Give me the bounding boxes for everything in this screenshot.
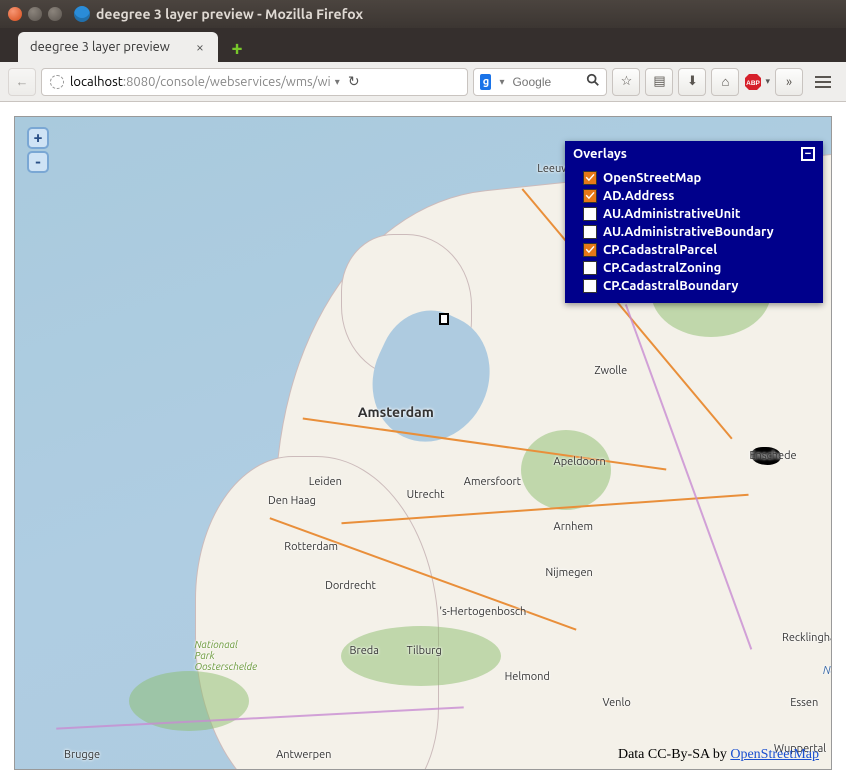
search-bar[interactable]: g ▾: [473, 68, 607, 96]
search-submit-icon[interactable]: [586, 73, 600, 90]
map-city-label: 's-Hertogenbosch: [439, 606, 526, 618]
layer-switcher-header: Overlays −: [565, 141, 823, 167]
layer-switcher-title: Overlays: [573, 147, 801, 161]
reader-button[interactable]: ▤: [645, 68, 673, 96]
map-city-label: Brugge: [64, 749, 100, 761]
abp-icon: ABP: [744, 73, 762, 91]
window-title: deegree 3 layer preview - Mozilla Firefo…: [96, 6, 363, 22]
map-city-label: Helmond: [505, 671, 550, 683]
map-city-label: Essen: [790, 697, 818, 709]
browser-tab[interactable]: deegree 3 layer preview ×: [18, 32, 218, 62]
url-bar[interactable]: localhost:8080/console/webservices/wms/w…: [41, 68, 468, 96]
layer-checkbox[interactable]: [583, 279, 597, 293]
search-engine-icon[interactable]: g: [480, 74, 491, 90]
url-path: :8080/console/webservices/wms/wi: [123, 75, 331, 89]
map-city-label: Dordrecht: [325, 580, 376, 592]
more-icon: »: [786, 75, 792, 89]
layer-list: ✓ OpenStreetMap ✓ AD.Address AU.Administrati…: [565, 167, 823, 303]
menu-button[interactable]: [808, 68, 838, 96]
map-city-label: Leiden: [309, 476, 342, 488]
map-city-label: Den Haag: [268, 495, 316, 507]
new-tab-button[interactable]: +: [226, 36, 248, 58]
adblock-dropdown-icon[interactable]: ▾: [765, 76, 770, 87]
map-city-label: Venlo: [603, 697, 631, 709]
tab-label: deegree 3 layer preview: [30, 40, 170, 54]
reader-icon: ▤: [653, 74, 665, 89]
star-icon: ☆: [621, 74, 633, 89]
overflow-button[interactable]: »: [775, 68, 803, 96]
window-minimize-button[interactable]: [28, 7, 42, 21]
layer-label: AU.AdministrativeBoundary: [603, 225, 774, 239]
map-city-label: Recklinghausen: [782, 632, 832, 644]
layer-row: ✓ CP.CadastralParcel: [583, 241, 815, 259]
layer-row: CP.CadastralZoning: [583, 259, 815, 277]
zoom-control: + -: [27, 127, 49, 173]
map-city-label: Arnhem: [554, 521, 593, 533]
back-button[interactable]: ←: [8, 68, 36, 96]
page-content: LeeuwardenAmsterdamDen HaagLeidenUtrecht…: [0, 102, 846, 784]
map-city-label: Amsterdam: [358, 404, 434, 420]
map-city-label: Rotterdam: [284, 541, 338, 553]
layer-label: CP.CadastralZoning: [603, 261, 721, 275]
back-icon: ←: [16, 74, 29, 89]
window-maximize-button[interactable]: [48, 7, 62, 21]
download-icon: ⬇: [687, 74, 698, 89]
map-attribution: Data CC-By-SA by OpenStreetMap: [618, 747, 819, 763]
site-identity-icon[interactable]: [50, 75, 64, 89]
layer-checkbox[interactable]: ✓: [583, 171, 597, 185]
layer-checkbox[interactable]: [583, 261, 597, 275]
search-input[interactable]: [512, 75, 582, 89]
downloads-button[interactable]: ⬇: [678, 68, 706, 96]
window-controls: [8, 7, 62, 21]
bookmark-button[interactable]: ☆: [612, 68, 640, 96]
layer-row: AU.AdministrativeUnit: [583, 205, 815, 223]
layer-label: CP.CadastralParcel: [603, 243, 717, 257]
zoom-out-button[interactable]: -: [27, 151, 49, 173]
map-city-label: Breda: [350, 645, 379, 657]
window-close-button[interactable]: [8, 7, 22, 21]
map-city-label: No: [823, 665, 832, 677]
search-engine-dropdown-icon[interactable]: ▾: [499, 76, 504, 88]
layer-checkbox[interactable]: [583, 207, 597, 221]
url-host: localhost: [70, 75, 123, 89]
layer-row: AU.AdministrativeBoundary: [583, 223, 815, 241]
layer-label: AU.AdministrativeUnit: [603, 207, 740, 221]
svg-text:ABP: ABP: [747, 80, 761, 87]
window-titlebar: deegree 3 layer preview - Mozilla Firefo…: [0, 0, 846, 28]
layer-checkbox[interactable]: [583, 225, 597, 239]
layer-row: CP.CadastralBoundary: [583, 277, 815, 295]
map-city-label: Enschede: [749, 450, 796, 462]
adblock-button[interactable]: ABP: [744, 73, 762, 91]
tab-strip: deegree 3 layer preview × +: [0, 28, 846, 62]
attribution-link[interactable]: OpenStreetMap: [730, 747, 819, 762]
layer-label: AD.Address: [603, 189, 674, 203]
layer-row: ✓ OpenStreetMap: [583, 169, 815, 187]
layer-label: CP.CadastralBoundary: [603, 279, 738, 293]
map-city-label: Apeldoorn: [554, 456, 606, 468]
map-city-label: Amersfoort: [464, 476, 521, 488]
map-city-label: Nationaal Park Oosterschelde: [195, 639, 258, 672]
layer-row: ✓ AD.Address: [583, 187, 815, 205]
layer-checkbox[interactable]: ✓: [583, 189, 597, 203]
map-city-label: Zwolle: [594, 365, 627, 377]
map-city-label: Utrecht: [407, 489, 445, 501]
home-button[interactable]: ⌂: [711, 68, 739, 96]
layer-switcher-panel: Overlays − ✓ OpenStreetMap ✓ AD.Address AU.A…: [565, 141, 823, 303]
map-city-label: Antwerpen: [276, 749, 331, 761]
layer-label: OpenStreetMap: [603, 171, 701, 185]
url-dropdown-icon[interactable]: ▾: [335, 76, 340, 88]
map-city-label: Nijmegen: [545, 567, 592, 579]
home-icon: ⌂: [722, 74, 730, 89]
reload-button[interactable]: ↻: [344, 73, 364, 90]
tab-close-button[interactable]: ×: [192, 39, 208, 55]
map-viewport[interactable]: LeeuwardenAmsterdamDen HaagLeidenUtrecht…: [14, 116, 832, 770]
firefox-icon: [74, 6, 90, 22]
layer-switcher-collapse-button[interactable]: −: [801, 147, 815, 161]
attribution-prefix: Data CC-By-SA by: [618, 747, 730, 762]
browser-toolbar: ← localhost:8080/console/webservices/wms…: [0, 62, 846, 102]
map-city-label: Tilburg: [407, 645, 442, 657]
map-feature-marker: [439, 313, 449, 325]
zoom-in-button[interactable]: +: [27, 127, 49, 149]
layer-checkbox[interactable]: ✓: [583, 243, 597, 257]
